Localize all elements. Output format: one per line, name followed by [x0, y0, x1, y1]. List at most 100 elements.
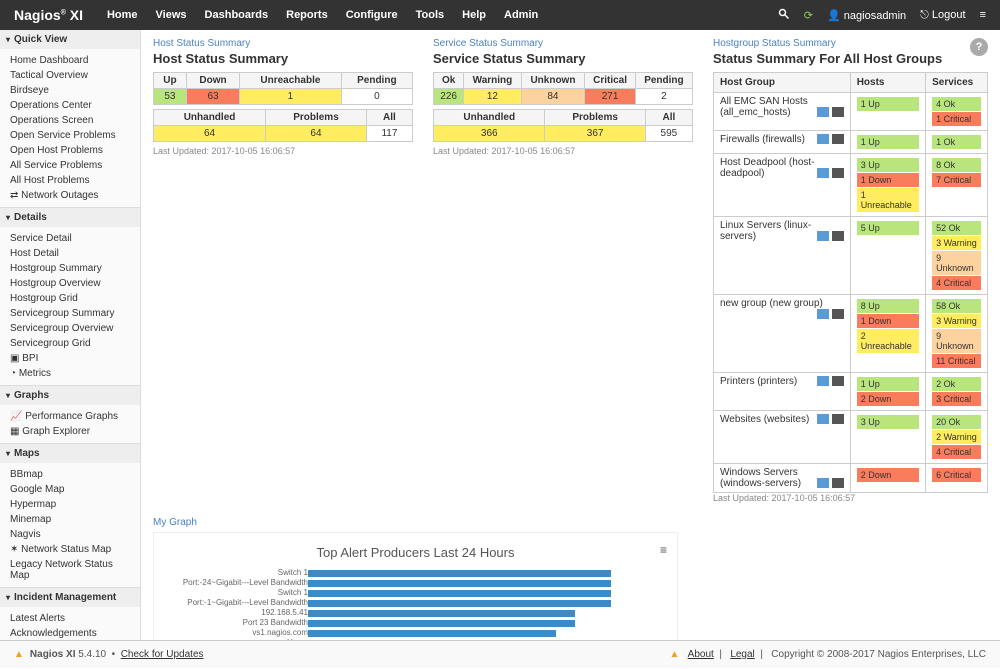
chart-bar[interactable]	[308, 610, 575, 617]
nav-home[interactable]: Home	[107, 9, 138, 21]
sidebar-item[interactable]: Hostgroup Grid	[0, 291, 140, 306]
sidebar-item[interactable]: Google Map	[0, 482, 140, 497]
sidebar-item[interactable]: ▦ Graph Explorer	[0, 424, 140, 439]
detail-icon[interactable]	[817, 309, 829, 319]
sidebar-item[interactable]: Hypermap	[0, 497, 140, 512]
sidebar-item[interactable]: Open Host Problems	[0, 143, 140, 158]
host-summary-title: Host Status Summary	[153, 51, 413, 66]
refresh-icon[interactable]: ⟳	[804, 9, 813, 22]
sidebar-section[interactable]: Maps	[0, 444, 140, 463]
nav-help[interactable]: Help	[462, 9, 486, 21]
sidebar-section[interactable]: Incident Management	[0, 588, 140, 607]
sidebar-item[interactable]: Servicegroup Summary	[0, 306, 140, 321]
content: ? Host Status Summary Host Status Summar…	[141, 30, 1000, 640]
nav-configure[interactable]: Configure	[346, 9, 398, 21]
sidebar-item[interactable]: Servicegroup Grid	[0, 336, 140, 351]
footer-product: Nagios XI	[30, 649, 76, 660]
sidebar-item[interactable]: ▣ BPI	[0, 351, 140, 366]
detail-icon[interactable]	[817, 376, 829, 386]
sidebar-item[interactable]: Birdseye	[0, 83, 140, 98]
chart-menu-icon[interactable]: ≡	[660, 543, 667, 557]
grid-icon[interactable]	[832, 478, 844, 488]
alert-chart: ≡ Top Alert Producers Last 24 Hours Swit…	[153, 532, 678, 640]
chart-bar[interactable]	[308, 570, 611, 577]
sidebar-item[interactable]: ◔ Metrics	[0, 366, 140, 381]
nav-reports[interactable]: Reports	[286, 9, 328, 21]
chart-bar[interactable]	[308, 630, 556, 637]
sidebar-item[interactable]: Home Dashboard	[0, 53, 140, 68]
grid-icon[interactable]	[832, 134, 844, 144]
footer-version: 5.4.10	[78, 649, 106, 660]
sidebar-item[interactable]: Open Service Problems	[0, 128, 140, 143]
logout-link[interactable]: ⎋ Logout	[920, 9, 965, 22]
service-summary-title: Service Status Summary	[433, 51, 693, 66]
chart-bar[interactable]	[308, 600, 611, 607]
chart-bar[interactable]	[308, 620, 575, 627]
warning-icon[interactable]: ▲	[670, 649, 680, 660]
detail-icon[interactable]	[817, 107, 829, 117]
sidebar-item[interactable]: Operations Screen	[0, 113, 140, 128]
sidebar-item[interactable]: Operations Center	[0, 98, 140, 113]
chart-title: Top Alert Producers Last 24 Hours	[162, 545, 669, 560]
nav-admin[interactable]: Admin	[504, 9, 538, 21]
about-link[interactable]: About	[688, 649, 714, 660]
grid-icon[interactable]	[832, 376, 844, 386]
help-icon[interactable]: ?	[970, 38, 988, 56]
sidebar-item[interactable]: Latest Alerts	[0, 611, 140, 626]
chart-bar[interactable]	[308, 590, 611, 597]
sidebar-item[interactable]: Hostgroup Summary	[0, 261, 140, 276]
nav-tools[interactable]: Tools	[416, 9, 445, 21]
sidebar-item[interactable]: All Service Problems	[0, 158, 140, 173]
sidebar-item[interactable]: Acknowledgements	[0, 626, 140, 640]
warning-icon[interactable]: ▲	[14, 649, 24, 660]
grid-icon[interactable]	[832, 309, 844, 319]
sidebar-section[interactable]: Details	[0, 208, 140, 227]
sidebar-item[interactable]: Legacy Network Status Map	[0, 557, 140, 583]
service-summary-link[interactable]: Service Status Summary	[433, 38, 693, 49]
sidebar-item[interactable]: All Host Problems	[0, 173, 140, 188]
chart-bar[interactable]	[308, 580, 611, 587]
chart-link[interactable]: My Graph	[153, 517, 678, 528]
detail-icon[interactable]	[817, 231, 829, 241]
sidebar-item[interactable]: BBmap	[0, 467, 140, 482]
sidebar-item[interactable]: Service Detail	[0, 231, 140, 246]
sidebar-item[interactable]: 📈 Performance Graphs	[0, 409, 140, 424]
grid-icon[interactable]	[832, 414, 844, 424]
sidebar-section[interactable]: Graphs	[0, 386, 140, 405]
menu-icon[interactable]: ≡	[980, 9, 986, 21]
sidebar-item[interactable]: Nagvis	[0, 527, 140, 542]
service-status-table: OkWarningUnknownCriticalPending226128427…	[433, 72, 693, 105]
grid-icon[interactable]	[832, 107, 844, 117]
sidebar-item[interactable]: ⇄ Network Outages	[0, 188, 140, 203]
hostgroup-link[interactable]: Hostgroup Status Summary	[713, 38, 988, 49]
host-status-table: UpDownUnreachablePending536310	[153, 72, 413, 105]
sidebar-item[interactable]: Servicegroup Overview	[0, 321, 140, 336]
detail-icon[interactable]	[817, 414, 829, 424]
sidebar-item[interactable]: Minemap	[0, 512, 140, 527]
footer: ▲ Nagios XI 5.4.10 • Check for Updates ▲…	[0, 640, 1000, 668]
detail-icon[interactable]	[817, 134, 829, 144]
nav-dashboards[interactable]: Dashboards	[205, 9, 269, 21]
host-summary-link[interactable]: Host Status Summary	[153, 38, 413, 49]
detail-icon[interactable]	[817, 478, 829, 488]
grid-icon[interactable]	[832, 231, 844, 241]
chart-bar[interactable]	[308, 640, 556, 641]
top-bar: Nagios® XI Home Views Dashboards Reports Con…	[0, 0, 1000, 30]
sidebar-item[interactable]: Tactical Overview	[0, 68, 140, 83]
service-updated: Last Updated: 2017-10-05 16:06:57	[433, 146, 693, 156]
sidebar-item[interactable]: Host Detail	[0, 246, 140, 261]
detail-icon[interactable]	[817, 168, 829, 178]
sidebar-section[interactable]: Quick View	[0, 30, 140, 49]
nav-views[interactable]: Views	[156, 9, 187, 21]
grid-icon[interactable]	[832, 168, 844, 178]
sidebar-item[interactable]: Hostgroup Overview	[0, 276, 140, 291]
sidebar-item[interactable]: ✶ Network Status Map	[0, 542, 140, 557]
legal-link[interactable]: Legal	[730, 649, 754, 660]
main-nav: Home Views Dashboards Reports Configure Tools…	[107, 9, 538, 21]
search-icon[interactable]	[778, 8, 790, 23]
copyright: Copyright © 2008-2017 Nagios Enterprises…	[771, 649, 986, 660]
host-updated: Last Updated: 2017-10-05 16:06:57	[153, 146, 413, 156]
user-menu[interactable]: 👤 nagiosadmin	[827, 9, 906, 22]
logo[interactable]: Nagios® XI	[14, 7, 83, 23]
check-updates-link[interactable]: Check for Updates	[121, 649, 204, 660]
